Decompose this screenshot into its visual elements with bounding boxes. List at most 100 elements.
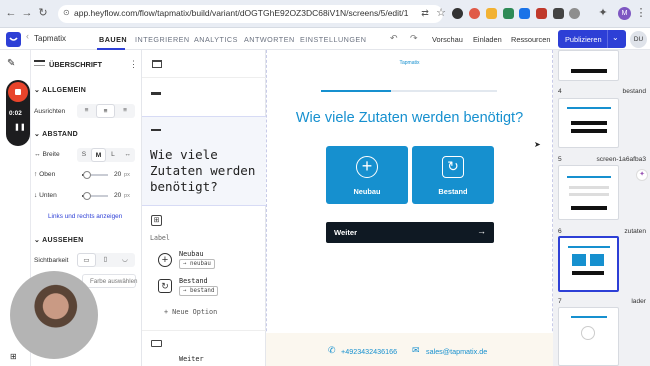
- choice-neubau-label: Neubau: [353, 187, 381, 196]
- element-list: Wie viele Zutaten werden benötigt? ⊞ Lab…: [142, 50, 266, 366]
- top-spacing-slider[interactable]: [82, 171, 108, 179]
- option-bestand-name[interactable]: Bestand: [179, 277, 208, 285]
- extension-icon-6[interactable]: [536, 8, 547, 19]
- screen-recorder-widget: 0:02 ❚❚: [6, 80, 30, 146]
- invite-button[interactable]: Einladen: [473, 35, 502, 44]
- bottom-spacing-slider[interactable]: [82, 192, 108, 200]
- next-button[interactable]: Weiter →: [326, 222, 494, 243]
- section-aussehen[interactable]: ⌄ AUSSEHEN: [34, 236, 83, 244]
- width-option-s[interactable]: S: [77, 148, 91, 162]
- screen-thumbnail-active[interactable]: [558, 236, 619, 292]
- tab-einstellungen[interactable]: EINSTELLUNGEN: [300, 35, 366, 44]
- thumb-heading: [567, 107, 611, 109]
- app-header: ‹ Tapmatix BAUEN INTEGRIEREN ANALYTICS A…: [0, 28, 650, 50]
- heading-preview-text: Wie viele Zutaten werden benötigt?: [150, 147, 256, 194]
- tab-bauen[interactable]: BAUEN: [99, 35, 127, 44]
- option-neubau-target[interactable]: → neubau: [179, 259, 215, 269]
- stop-recording-button[interactable]: [8, 82, 28, 102]
- phone-icon: ✆: [328, 345, 336, 355]
- show-left-right-link[interactable]: Links und rechts anzeigen: [48, 213, 122, 220]
- logo-element-icon: [151, 92, 161, 95]
- profile-avatar[interactable]: M: [618, 7, 631, 20]
- translate-icon[interactable]: ⇄: [418, 6, 432, 20]
- align-center-icon[interactable]: ≡: [96, 104, 115, 118]
- top-spacing-value[interactable]: 20: [114, 171, 121, 178]
- screen-name: bestand: [622, 88, 646, 95]
- align-right-icon[interactable]: ≡: [115, 104, 135, 118]
- section-abstand[interactable]: ⌄ ABSTAND: [34, 130, 78, 138]
- heading-element-selected[interactable]: Wie viele Zutaten werden benötigt?: [142, 116, 266, 206]
- screen-thumbnail[interactable]: [558, 98, 619, 148]
- tab-antworten[interactable]: ANTWORTEN: [244, 35, 295, 44]
- publish-dropdown-icon[interactable]: ⌄: [612, 33, 619, 42]
- footer-email[interactable]: sales@tapmatix.de: [426, 347, 487, 356]
- chevron-down-icon: ⌄: [34, 237, 43, 244]
- back-icon[interactable]: ←: [4, 6, 18, 20]
- tab-integrieren[interactable]: INTEGRIEREN: [135, 35, 190, 44]
- screen-name: lader: [631, 298, 646, 305]
- thumb-button: [571, 121, 607, 125]
- section-allgemein[interactable]: ⌄ ALLGEMEIN: [34, 86, 86, 94]
- width-full-icon[interactable]: ↔: [120, 148, 135, 162]
- site-info-icon[interactable]: ⊙: [63, 8, 70, 17]
- recorder-tool-icon[interactable]: ✎: [7, 58, 21, 72]
- grid-icon[interactable]: ⊞: [10, 352, 20, 362]
- user-avatar[interactable]: DU: [630, 31, 647, 48]
- next-button-element[interactable]: Weiter: [179, 355, 204, 363]
- heading-icon: [151, 129, 161, 131]
- more-options-icon[interactable]: ⋮: [129, 59, 138, 70]
- screen-thumbnail[interactable]: [558, 165, 619, 220]
- footer-phone[interactable]: +4923432436166: [341, 347, 397, 356]
- redo-icon[interactable]: ↷: [410, 33, 418, 44]
- undo-icon[interactable]: ↶: [390, 33, 398, 44]
- resources-button[interactable]: Ressourcen: [511, 35, 550, 44]
- browser-menu-icon[interactable]: ⋮: [634, 6, 648, 20]
- extension-icon-2[interactable]: [469, 8, 480, 19]
- heyflow-logo-icon[interactable]: [6, 32, 21, 47]
- align-left-icon[interactable]: ≡: [77, 104, 96, 118]
- extension-icon-4[interactable]: [503, 8, 514, 19]
- choice-neubau[interactable]: + Neubau: [326, 146, 408, 204]
- refresh-home-icon: ↻: [442, 156, 464, 178]
- reload-icon[interactable]: ↻: [36, 6, 50, 20]
- desktop-icon[interactable]: ▭: [77, 253, 96, 267]
- extension-icon-7[interactable]: [553, 8, 564, 19]
- screen-thumbnail[interactable]: [558, 50, 619, 81]
- width-option-m[interactable]: M: [91, 148, 106, 162]
- canvas-heading[interactable]: Wie viele Zutaten werden benötigt?: [266, 110, 553, 126]
- extension-icon-3[interactable]: [486, 8, 497, 19]
- bottom-spacing-unit: px: [124, 193, 130, 199]
- ai-sparkle-icon[interactable]: ✦: [636, 169, 648, 181]
- project-name[interactable]: Tapmatix: [34, 34, 66, 43]
- hidden-icon[interactable]: ◡: [115, 253, 135, 267]
- extension-icon-1[interactable]: [452, 8, 463, 19]
- chevron-left-icon[interactable]: ‹: [26, 31, 29, 41]
- width-option-l[interactable]: L: [106, 148, 120, 162]
- publish-button[interactable]: Publizieren ⌄: [558, 30, 626, 48]
- extension-icon-5[interactable]: [519, 8, 530, 19]
- extensions-puzzle-icon[interactable]: ✦: [596, 6, 610, 20]
- color-picker[interactable]: Farbe auswählen: [82, 274, 137, 288]
- bookmark-star-icon[interactable]: ☆: [434, 6, 448, 20]
- mobile-icon[interactable]: ▯: [96, 253, 115, 267]
- thumb-loader: [581, 326, 595, 340]
- top-spacing-handle[interactable]: [83, 171, 92, 179]
- option-bestand-target[interactable]: → bestand: [179, 286, 219, 296]
- address-bar[interactable]: ⊙ app.heyflow.com/flow/tapmatix/build/va…: [58, 5, 443, 23]
- tab-analytics[interactable]: ANALYTICS: [194, 35, 238, 44]
- screen-thumbnail[interactable]: [558, 307, 619, 366]
- heading-element-icon: [34, 60, 45, 66]
- section-allgemein-label: ALLGEMEIN: [42, 87, 87, 94]
- option-neubau-name[interactable]: Neubau: [179, 250, 204, 258]
- preview-button[interactable]: Vorschau: [432, 35, 463, 44]
- tree-divider: [142, 77, 266, 78]
- bottom-spacing-value[interactable]: 20: [114, 192, 121, 199]
- progress-fill: [321, 90, 392, 92]
- extension-icon-8[interactable]: [569, 8, 580, 19]
- add-option-button[interactable]: + Neue Option: [164, 308, 217, 316]
- choice-bestand[interactable]: ↻ Bestand: [412, 146, 494, 204]
- panel-title: ÜBERSCHRIFT: [49, 60, 102, 69]
- pause-icon[interactable]: ❚❚: [14, 123, 26, 131]
- forward-icon[interactable]: →: [20, 6, 34, 20]
- bottom-spacing-handle[interactable]: [83, 192, 92, 200]
